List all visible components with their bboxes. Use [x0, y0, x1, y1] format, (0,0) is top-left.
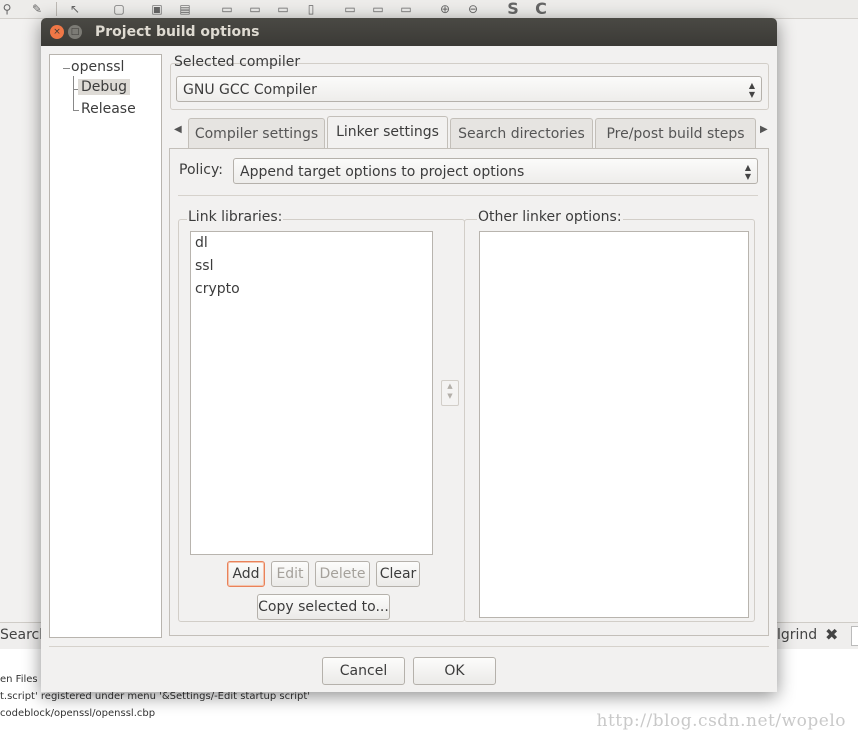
- dialog-title: Project build options: [95, 24, 260, 40]
- dialog-titlebar[interactable]: × □ Project build options: [41, 18, 777, 46]
- tree-item-openssl[interactable]: openssl: [71, 59, 124, 75]
- divider: [178, 195, 758, 196]
- move-spinner[interactable]: ▲ ▼: [441, 380, 459, 406]
- tree-connector: [73, 110, 79, 111]
- delete-button[interactable]: Delete: [315, 561, 370, 587]
- link-libraries-list[interactable]: dl ssl crypto: [190, 231, 433, 555]
- updown-arrows-icon: ▲ ▼: [748, 81, 755, 99]
- project-build-options-dialog: × □ Project build options openssl Debug …: [41, 18, 777, 692]
- close-icon[interactable]: ✖: [825, 625, 838, 644]
- tab-compiler-settings[interactable]: Compiler settings: [188, 118, 325, 148]
- search-icon[interactable]: ⚲: [0, 2, 14, 16]
- zoom-out-icon[interactable]: ⊖: [466, 2, 480, 16]
- clear-button[interactable]: Clear: [376, 561, 420, 587]
- wrench-icon[interactable]: ✎: [30, 2, 44, 16]
- tree-connector: [73, 76, 74, 111]
- ok-button[interactable]: OK: [413, 657, 496, 685]
- edit-button[interactable]: Edit: [271, 561, 309, 587]
- tab-scroll-left-icon[interactable]: ◀: [174, 124, 182, 135]
- maximize-icon[interactable]: □: [68, 25, 82, 39]
- watermark: http://blog.csdn.net/wopelo: [596, 711, 846, 731]
- close-icon[interactable]: ×: [50, 25, 64, 39]
- tab-overflow-icon[interactable]: [851, 626, 858, 646]
- s-icon[interactable]: S: [506, 1, 520, 17]
- tree-item-release[interactable]: Release: [81, 101, 136, 117]
- compiler-select-value: GNU GCC Compiler: [183, 82, 317, 98]
- image-edit-icon[interactable]: ▤: [178, 2, 192, 16]
- link-libraries-label: Link libraries:: [187, 209, 284, 225]
- frame-icon[interactable]: ▭: [399, 2, 413, 16]
- ide-toolbar: ⚲ ✎ ↖ ▢ ▣ ▤ ▭ ▭ ▭ ▯ ▭ ▭ ▭ ⊕ ⊖ S C: [0, 0, 858, 19]
- frame-icon[interactable]: ▭: [343, 2, 357, 16]
- add-button[interactable]: Add: [227, 561, 265, 587]
- list-item[interactable]: crypto: [195, 281, 240, 297]
- other-linker-options-textarea[interactable]: [479, 231, 749, 618]
- layout-icon[interactable]: ▭: [220, 2, 234, 16]
- layout-icon[interactable]: ▭: [276, 2, 290, 16]
- tab-scroll-right-icon[interactable]: ▶: [760, 124, 768, 135]
- pointer-icon[interactable]: ↖: [68, 2, 82, 16]
- updown-arrows-icon: ▲ ▼: [744, 163, 751, 181]
- other-linker-options-label: Other linker options:: [477, 209, 623, 225]
- policy-select[interactable]: Append target options to project options…: [233, 158, 758, 184]
- policy-select-value: Append target options to project options: [240, 164, 525, 180]
- layout-icon[interactable]: ▭: [248, 2, 262, 16]
- tree-item-debug[interactable]: Debug: [78, 79, 131, 95]
- policy-label: Policy:: [179, 162, 223, 178]
- compiler-select[interactable]: GNU GCC Compiler ▲ ▼: [176, 76, 762, 102]
- tab-search-directories[interactable]: Search directories: [450, 118, 593, 148]
- list-item[interactable]: dl: [195, 235, 208, 251]
- divider: [49, 646, 769, 647]
- frame-icon[interactable]: ▭: [371, 2, 385, 16]
- log-line: t.script' registered under menu '&Settin…: [0, 691, 310, 702]
- selected-compiler-label: Selected compiler: [174, 54, 301, 70]
- tree-connector: [63, 68, 70, 69]
- build-target-tree[interactable]: openssl Debug Release: [49, 54, 162, 638]
- copy-selected-button[interactable]: Copy selected to...: [257, 594, 390, 620]
- list-item[interactable]: ssl: [195, 258, 213, 274]
- zoom-in-icon[interactable]: ⊕: [438, 2, 452, 16]
- tab-linker-settings[interactable]: Linker settings: [327, 116, 448, 149]
- cancel-button[interactable]: Cancel: [322, 657, 405, 685]
- tab-pre-post-build-steps[interactable]: Pre/post build steps: [595, 118, 756, 148]
- toolbar-separator: [56, 2, 57, 16]
- image-icon[interactable]: ▣: [150, 2, 164, 16]
- box-icon[interactable]: ▢: [112, 2, 126, 16]
- c-icon[interactable]: C: [534, 1, 548, 17]
- log-line: codeblock/openssl/openssl.cbp: [0, 708, 156, 719]
- layout-icon[interactable]: ▯: [304, 2, 318, 16]
- log-tab-valgrind[interactable]: lgrind: [777, 627, 817, 643]
